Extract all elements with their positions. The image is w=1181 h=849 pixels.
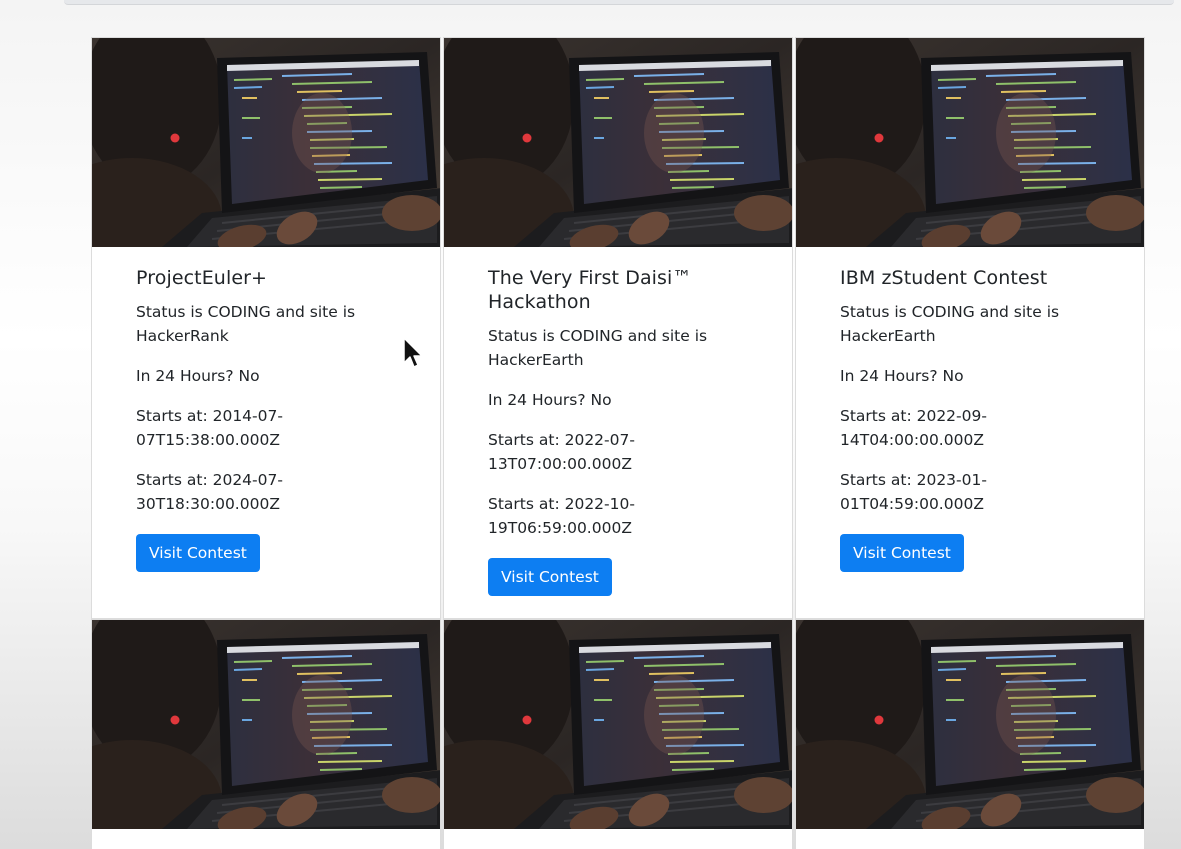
card-image [92, 620, 440, 829]
card-title: ProjectEuler+ [136, 267, 268, 289]
laptop-photo [796, 620, 1144, 829]
contest-card [795, 619, 1145, 849]
laptop-photo [92, 620, 440, 829]
card-image [92, 38, 440, 247]
card-end-text: Starts at: 2023-01-01T04:59:00.000Z [840, 471, 987, 513]
card-title: The Very First Daisi™ Hackathon [488, 267, 692, 313]
contest-card [443, 619, 793, 849]
visit-contest-button[interactable]: Visit Contest [840, 534, 964, 572]
contest-card [91, 619, 441, 849]
card-end-text: Starts at: 2022-10-19T06:59:00.000Z [488, 495, 635, 537]
card-in24-text: In 24 Hours? No [488, 391, 612, 409]
card-start-text: Starts at: 2022-09-14T04:00:00.000Z [840, 407, 987, 449]
laptop-photo [796, 38, 1144, 247]
card-end-text: Starts at: 2024-07-30T18:30:00.000Z [136, 471, 283, 513]
contest-card: ProjectEuler+ Status is CODING and site … [91, 37, 441, 619]
visit-contest-button[interactable]: Visit Contest [136, 534, 260, 572]
card-in24-text: In 24 Hours? No [136, 367, 260, 385]
laptop-photo [444, 620, 792, 829]
card-image [444, 38, 792, 247]
card-start-text: Starts at: 2014-07-07T15:38:00.000Z [136, 407, 283, 449]
mouse-pointer-icon [403, 337, 423, 368]
card-image [796, 38, 1144, 247]
visit-contest-button[interactable]: Visit Contest [488, 558, 612, 596]
card-status-text: Status is CODING and site is HackerRank [136, 303, 356, 345]
contest-card: IBM zStudent Contest Status is CODING an… [795, 37, 1145, 619]
laptop-photo [92, 38, 440, 247]
top-navbar-edge [64, 0, 1174, 5]
card-image [444, 620, 792, 829]
card-in24-text: In 24 Hours? No [840, 367, 964, 385]
contest-card: The Very First Daisi™ Hackathon Status i… [443, 37, 793, 619]
laptop-photo [444, 38, 792, 247]
card-status-text: Status is CODING and site is HackerEarth [488, 327, 708, 369]
card-title: IBM zStudent Contest [840, 267, 1048, 289]
card-image [796, 620, 1144, 829]
card-start-text: Starts at: 2022-07-13T07:00:00.000Z [488, 431, 635, 473]
card-status-text: Status is CODING and site is HackerEarth [840, 303, 1060, 345]
